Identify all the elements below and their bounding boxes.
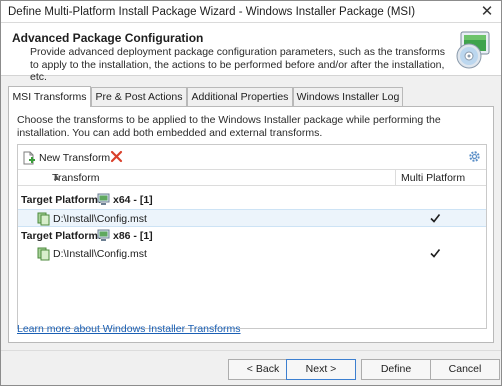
gear-icon[interactable] [468, 150, 481, 163]
transform-path: D:\Install\Config.mst [53, 213, 147, 225]
new-document-icon [23, 151, 35, 164]
wizard-window: Define Multi-Platform Install Package Wi… [0, 0, 502, 386]
platform-icon [97, 193, 110, 205]
next-button[interactable]: Next > [286, 359, 356, 380]
group-value: x64 - [1] [113, 194, 153, 206]
group-row-x64[interactable]: Target Platform: x64 - [1] [18, 191, 486, 209]
tab-additional-properties[interactable]: Additional Properties [187, 87, 293, 107]
grid-toolbar: New Transform [18, 145, 486, 169]
close-icon[interactable]: ✕ [473, 1, 501, 22]
wizard-header: Advanced Package Configuration Provide a… [1, 23, 501, 83]
tab-msi-transforms[interactable]: MSI Transforms [8, 86, 91, 107]
learn-more-link[interactable]: Learn more about Windows Installer Trans… [17, 323, 241, 335]
delete-x-icon[interactable] [110, 150, 123, 163]
title-bar: Define Multi-Platform Install Package Wi… [1, 1, 501, 23]
platform-icon [97, 229, 110, 241]
define-button[interactable]: Define [361, 359, 431, 380]
multi-platform-checkbox[interactable] [429, 247, 441, 259]
column-header-transform[interactable]: Transform ▲ [18, 170, 396, 185]
wizard-footer: < Back Next > Define Cancel [1, 350, 501, 385]
column-header-row: Transform ▲ Multi Platform [18, 169, 486, 186]
tab-panel: Choose the transforms to be applied to t… [8, 106, 494, 343]
transforms-grid: New Transform Transform ▲ Multi Platform [17, 144, 487, 329]
transform-path: D:\Install\Config.mst [53, 248, 147, 260]
group-label: Target Platform: [21, 194, 102, 206]
table-row[interactable]: D:\Install\Config.mst [18, 209, 486, 227]
page-title: Advanced Package Configuration [12, 31, 204, 45]
group-label: Target Platform: [21, 230, 102, 242]
new-transform-label: New Transform [39, 151, 111, 164]
group-value: x86 - [1] [113, 230, 153, 242]
column-header-multi-platform[interactable]: Multi Platform [401, 172, 465, 184]
page-description: Provide advanced deployment package conf… [30, 46, 445, 83]
window-title: Define Multi-Platform Install Package Wi… [8, 6, 416, 18]
cancel-button[interactable]: Cancel [430, 359, 500, 380]
sort-ascending-icon: ▲ [52, 172, 61, 182]
new-transform-button[interactable]: New Transform [22, 149, 110, 166]
table-row[interactable]: D:\Install\Config.mst [18, 245, 486, 263]
transform-file-icon [37, 212, 50, 226]
group-row-x86[interactable]: Target Platform: x86 - [1] [18, 227, 486, 245]
panel-description: Choose the transforms to be applied to t… [17, 114, 441, 139]
multi-platform-checkbox[interactable] [429, 212, 441, 224]
cd-package-icon [456, 31, 490, 69]
transform-file-icon [37, 247, 50, 261]
tab-windows-installer-log[interactable]: Windows Installer Log [293, 87, 403, 107]
tab-pre-post-actions[interactable]: Pre & Post Actions [91, 87, 187, 107]
